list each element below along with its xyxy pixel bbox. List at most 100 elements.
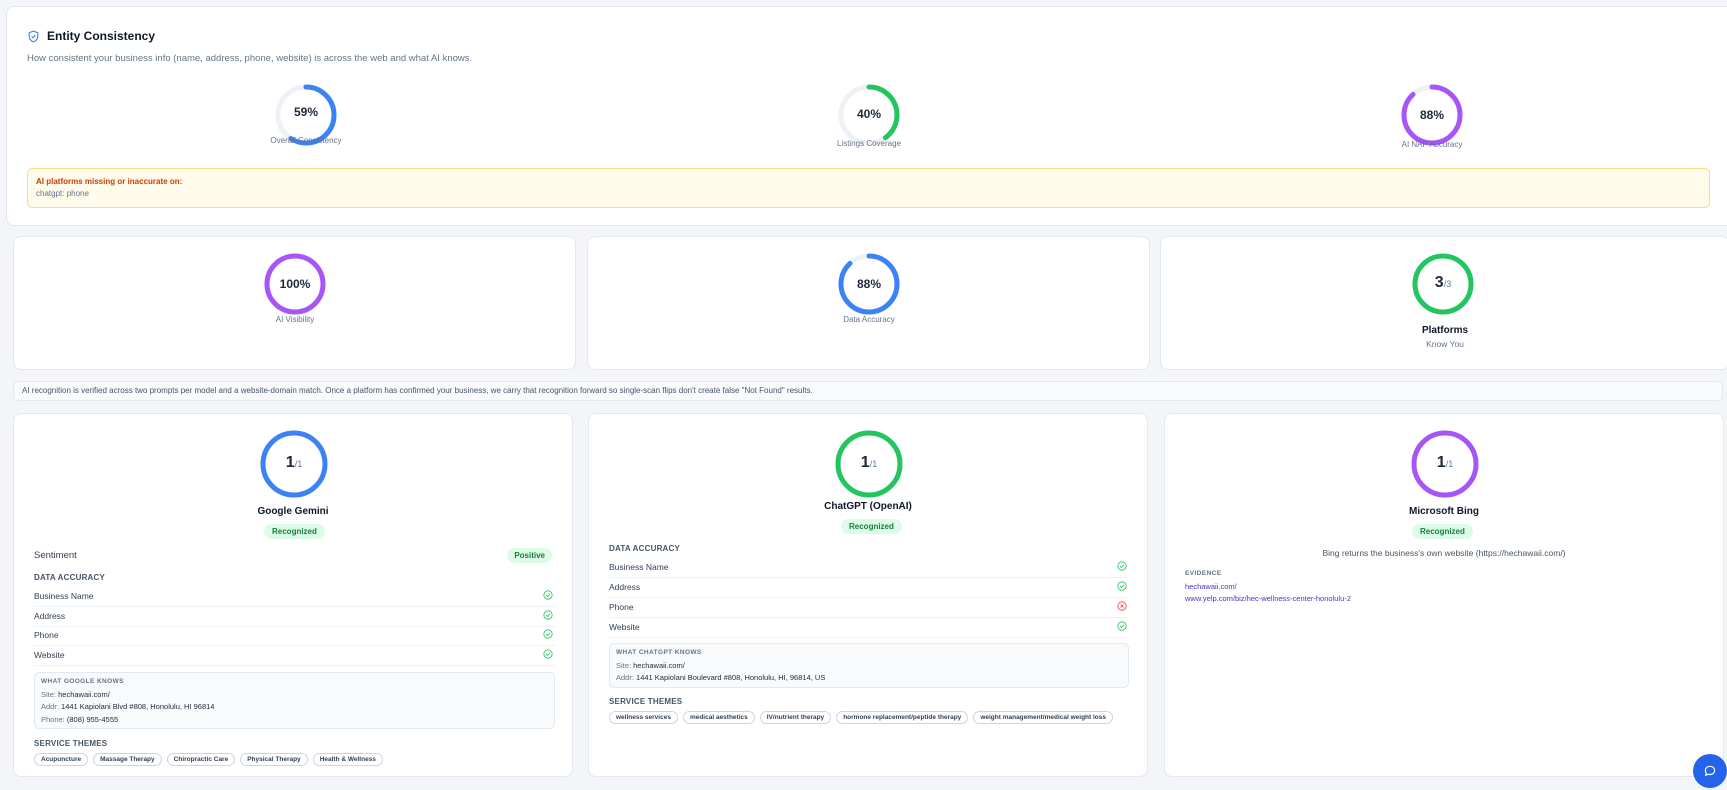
- listings-coverage-ring: 40% Listings Coverage: [837, 83, 901, 148]
- platforms-sublabel: Know You: [1426, 339, 1464, 349]
- check-circle-icon: [1117, 581, 1127, 591]
- row-label: Address: [34, 611, 66, 621]
- bing-evidence-heading: EVIDENCE: [1185, 570, 1222, 577]
- bing-evidence-link[interactable]: www.yelp.com/biz/hec-wellness-center-hon…: [1185, 594, 1351, 603]
- gemini-knows-box: WHAT GOOGLE KNOWS Site: hechawaii.com/ A…: [34, 672, 555, 729]
- data-accuracy-card: 88% Data Accuracy: [587, 236, 1150, 370]
- check-circle-icon: [543, 649, 553, 659]
- chat-bubble-icon: [1704, 765, 1716, 776]
- check-circle-icon: [1117, 561, 1127, 571]
- data-accuracy-ring: 88% Data Accuracy: [837, 252, 901, 324]
- data-accuracy-label: Data Accuracy: [843, 315, 895, 324]
- knows-key: Site:: [616, 661, 632, 670]
- chatgpt-count-total: /1: [869, 459, 878, 469]
- gemini-sentiment-label: Sentiment: [34, 550, 77, 561]
- missing-platforms-alert: AI platforms missing or inaccurate on: c…: [27, 168, 1710, 208]
- data-accuracy-value: 88%: [856, 277, 882, 291]
- ai-visibility-card: 100% AI Visibility: [13, 236, 576, 370]
- entity-consistency-card: Entity Consistency How consistent your b…: [6, 6, 1727, 226]
- chatgpt-ring: 1/1: [834, 429, 904, 499]
- chatgpt-knows-addr: Addr: 1441 Kapiolani Boulevard #808, Hon…: [616, 673, 825, 682]
- gemini-name: Google Gemini: [257, 506, 329, 517]
- ai-nap-accuracy-value: 88%: [1419, 108, 1445, 122]
- chatgpt-row-business-name: Business Name: [609, 558, 1129, 578]
- recognition-note: AI recognition is verified across two pr…: [13, 381, 1723, 401]
- bing-count-total: /1: [1445, 459, 1454, 469]
- gemini-knows-heading: WHAT GOOGLE KNOWS: [41, 678, 124, 685]
- overall-consistency-value: 59%: [293, 105, 319, 119]
- knows-value: (808) 955-4555: [66, 715, 119, 724]
- overall-consistency-ring: 59% Overall Consistency: [270, 83, 342, 147]
- platforms-ring: 3/3: [1411, 252, 1475, 316]
- platforms-count-number: 3: [1434, 274, 1444, 291]
- bing-count: 1/1: [1410, 454, 1480, 472]
- x-circle-icon: [1117, 601, 1127, 611]
- row-label: Phone: [34, 630, 59, 640]
- ai-nap-accuracy-ring: 88% AI NAP Accuracy: [1400, 83, 1464, 149]
- theme-chip: Physical Therapy: [240, 753, 308, 766]
- row-label: Website: [609, 622, 640, 632]
- gemini-count-total: /1: [294, 459, 303, 469]
- bing-ring: 1/1: [1410, 429, 1480, 499]
- row-label: Business Name: [34, 591, 94, 601]
- gemini-knows-phone: Phone: (808) 955-4555: [41, 715, 118, 724]
- platform-card-google-gemini: 1/1 Google Gemini Recognized Sentiment P…: [13, 413, 573, 777]
- platforms-count-total: /3: [1443, 279, 1452, 289]
- knows-key: Addr:: [41, 702, 59, 711]
- check-circle-icon: [543, 590, 553, 600]
- chatgpt-count-number: 1: [860, 454, 870, 471]
- knows-value: hechawaii.com/: [58, 690, 110, 699]
- gemini-knows-site: Site: hechawaii.com/: [41, 690, 110, 699]
- knows-value: hechawaii.com/: [633, 661, 685, 670]
- gemini-knows-addr: Addr: 1441 Kapiolani Blvd #808, Honolulu…: [41, 702, 214, 711]
- ai-visibility-value: 100%: [279, 277, 311, 291]
- knows-value: 1441 Kapiolani Blvd #808, Honolulu, HI 9…: [61, 702, 215, 711]
- chatgpt-accuracy-heading: DATA ACCURACY: [609, 544, 681, 553]
- gemini-ring: 1/1: [259, 429, 329, 499]
- row-label: Business Name: [609, 562, 669, 572]
- entity-description: How consistent your business info (name,…: [27, 53, 473, 64]
- chatgpt-knows-heading: WHAT CHATGPT KNOWS: [616, 649, 702, 656]
- gemini-status-badge: Recognized: [264, 524, 325, 539]
- row-label: Address: [609, 582, 641, 592]
- platform-card-microsoft-bing: 1/1 Microsoft Bing Recognized Bing retur…: [1164, 413, 1724, 777]
- shield-check-icon: [28, 30, 39, 43]
- gemini-themes-heading: SERVICE THEMES: [34, 739, 108, 748]
- chatgpt-row-phone: Phone: [609, 598, 1129, 618]
- gemini-count: 1/1: [259, 454, 329, 472]
- chatgpt-themes-heading: SERVICE THEMES: [609, 697, 683, 706]
- ai-visibility-ring: 100% AI Visibility: [263, 252, 327, 324]
- overall-consistency-label: Overall Consistency: [270, 136, 342, 145]
- theme-chip: hormone replacement/peptide therapy: [836, 711, 969, 724]
- ai-nap-accuracy-label: AI NAP Accuracy: [1401, 140, 1463, 149]
- theme-chip: Chiropractic Care: [166, 753, 236, 766]
- gemini-themes: Acupuncture Massage Therapy Chiropractic…: [34, 753, 383, 766]
- entity-title: Entity Consistency: [27, 29, 155, 43]
- alert-body: chatgpt: phone: [36, 189, 89, 198]
- platforms-know-you-card: 3/3 Platforms Know You: [1160, 236, 1727, 370]
- gemini-accuracy-heading: DATA ACCURACY: [34, 573, 106, 582]
- bing-name: Microsoft Bing: [1409, 506, 1479, 517]
- listings-coverage-label: Listings Coverage: [836, 139, 902, 148]
- check-circle-icon: [1117, 621, 1127, 631]
- theme-chip: Acupuncture: [34, 753, 89, 766]
- chatgpt-knows-box: WHAT CHATGPT KNOWS Site: hechawaii.com/ …: [609, 643, 1129, 688]
- theme-chip: Health & Wellness: [312, 753, 383, 766]
- gemini-row-website: Website: [34, 646, 555, 666]
- bing-evidence-link[interactable]: hechawaii.com/: [1185, 582, 1237, 591]
- bing-note: Bing returns the business's own website …: [1322, 548, 1566, 558]
- chat-button[interactable]: [1693, 754, 1727, 788]
- chatgpt-count: 1/1: [834, 454, 904, 472]
- knows-value: 1441 Kapiolani Boulevard #808, Honolulu,…: [636, 673, 826, 682]
- theme-chip: IV/nutrient therapy: [759, 711, 832, 724]
- chatgpt-knows-site: Site: hechawaii.com/: [616, 661, 685, 670]
- gemini-sentiment-badge: Positive: [507, 548, 552, 563]
- bing-count-number: 1: [1436, 454, 1446, 471]
- row-label: Website: [34, 650, 65, 660]
- check-circle-icon: [543, 610, 553, 620]
- platforms-count: 3/3: [1411, 274, 1475, 292]
- theme-chip: Massage Therapy: [93, 753, 162, 766]
- alert-title: AI platforms missing or inaccurate on:: [36, 177, 183, 186]
- platforms-label: Platforms: [1421, 325, 1469, 336]
- knows-key: Site:: [41, 690, 57, 699]
